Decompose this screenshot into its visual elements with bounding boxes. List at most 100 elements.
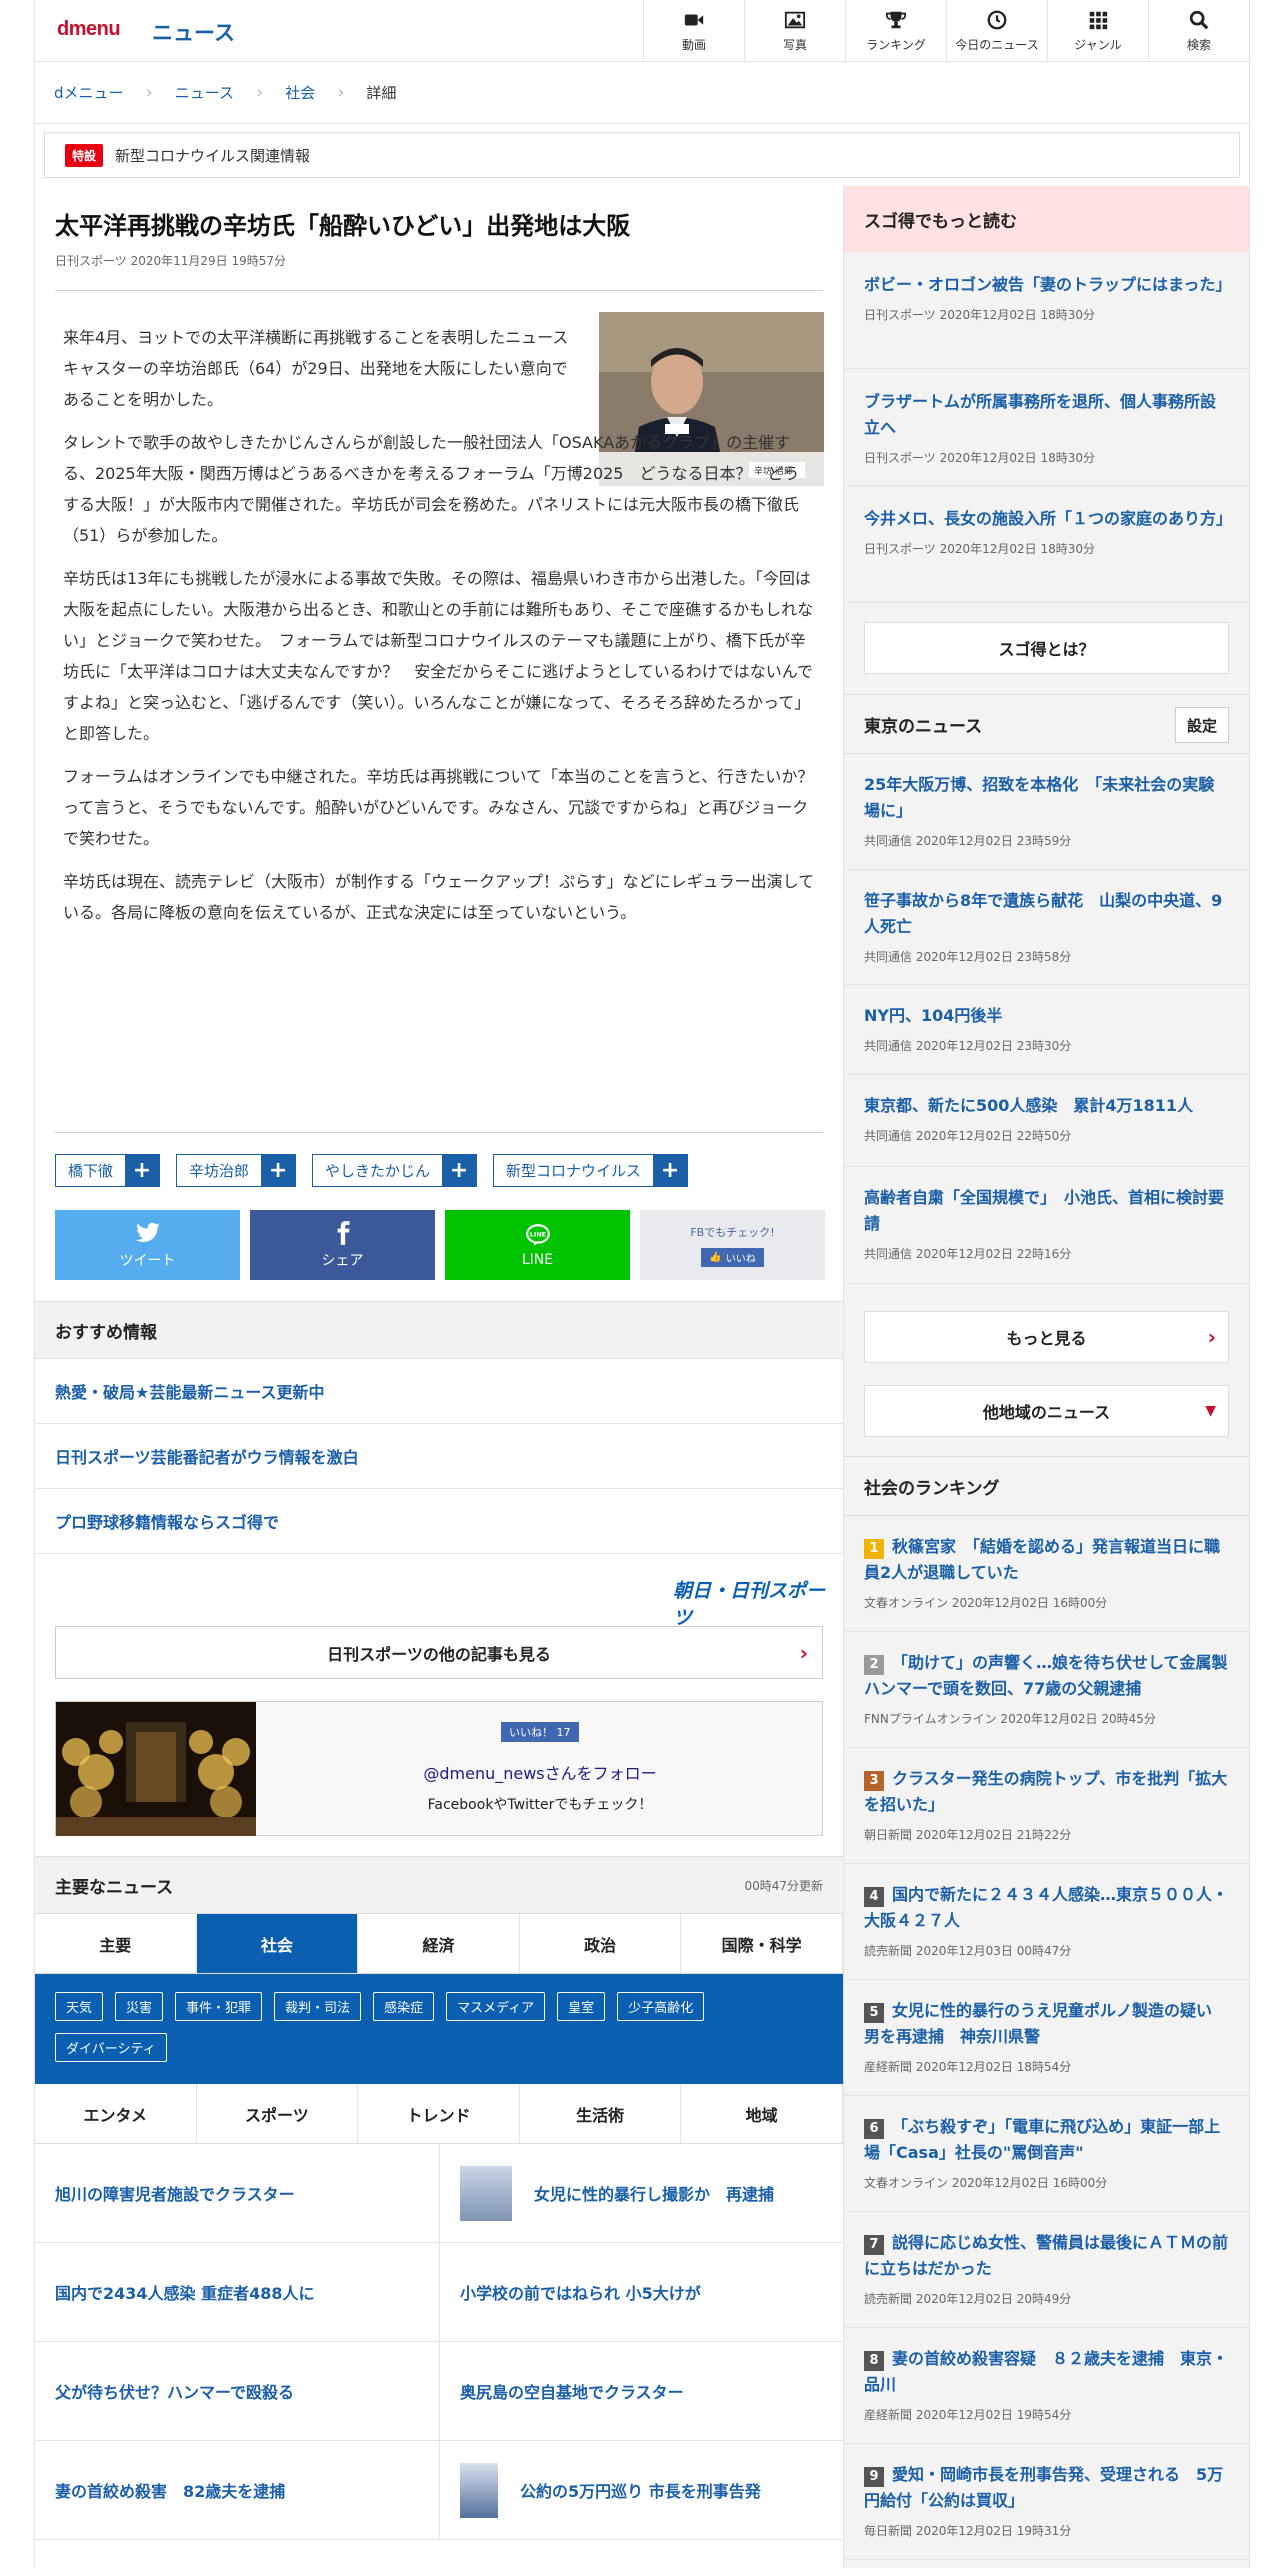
rank-badge: 9 [864, 2467, 884, 2487]
ranking-item[interactable]: 6 「ぶち殺すぞ」「電車に飛び込め」東証一部上場「Casa」社長の"罵倒音声" 文春… [844, 2096, 1249, 2212]
tag-yashiki[interactable]: やしきたかじん + [312, 1154, 478, 1187]
ranking-item-text: クラスター発生の病院トップ、市を批判「拡大を招いた」 [864, 1769, 1228, 1814]
line-share-button[interactable]: LINE LINE [445, 1210, 630, 1280]
tokyo-news-item[interactable]: 東京都、新たに500人感染 累計4万1811人 共同通信 2020年12月02日… [844, 1075, 1249, 1167]
news-item[interactable]: 妻の首絞め殺害 82歳夫を逮捕 [35, 2441, 439, 2540]
tab-economy[interactable]: 経済 [358, 1914, 520, 1973]
ranking-item[interactable]: 5 女児に性的暴行のうえ児童ポルノ製造の疑い 男を再逮捕 神奈川県警 産経新聞 20… [844, 1980, 1249, 2096]
more-articles-button[interactable]: 日刊スポーツの他の記事も見る › [55, 1626, 823, 1679]
chip-disaster[interactable]: 災害 [115, 1992, 164, 2021]
tweet-button[interactable]: ツイート [55, 1210, 240, 1280]
chip-weather[interactable]: 天気 [55, 1992, 104, 2021]
nav-ranking[interactable]: ランキング [845, 0, 946, 62]
major-news-updated: 00時47分更新 [744, 1878, 823, 1893]
ranking-item-meta: 読売新聞 2020年12月02日 20時49分 [864, 2292, 1072, 2306]
news-section-title[interactable]: ニュース [152, 17, 235, 47]
chip-imperial[interactable]: 皇室 [557, 1992, 606, 2021]
publisher-logo[interactable]: 朝日・日刊スポーツ [673, 1576, 843, 1630]
recommend-item[interactable]: プロ野球移籍情報ならスゴ得で [35, 1489, 843, 1554]
sugotoku-item[interactable]: ブラザートムが所属事務所を退所、個人事務所設立へ 日刊スポーツ 2020年12月… [844, 369, 1249, 486]
nav-genre[interactable]: ジャンル [1047, 0, 1148, 62]
recommend-item[interactable]: 日刊スポーツ芸能番記者がウラ情報を激白 [35, 1424, 843, 1489]
rank-badge: 4 [864, 1887, 884, 1907]
follow-handle[interactable]: @dmenu_newsさんをフォロー [256, 1760, 824, 1784]
tokyo-news-item[interactable]: NY円、104円後半 共同通信 2020年12月02日 23時30分 [844, 985, 1249, 1075]
follow-subtext: FacebookやTwitterでもチェック！ [427, 1797, 653, 1813]
ranking-item[interactable]: 2 「助けて」の声響く…娘を待ち伏せして金属製ハンマーで頭を数回、77歳の父親逮捕… [844, 1632, 1249, 1748]
dmenu-logo[interactable]: dmenu [57, 18, 121, 41]
ranking-item-meta: 文春オンライン 2020年12月02日 16時00分 [864, 1596, 1108, 1610]
tokyo-news-item-title: 25年大阪万博、招致を本格化 「未来社会の実験場に」 [864, 775, 1215, 820]
ranking-item[interactable]: 4 国内で新たに２４３４人感染…東京５００人・大阪４２７人 読売新聞 2020年12… [844, 1864, 1249, 1980]
ranking-item[interactable]: 7 説得に応じぬ女性、警備員は最後にＡＴＭの前に立ちはだかった 読売新聞 2020年… [844, 2212, 1249, 2328]
news-item[interactable]: 奥尻島の空自基地でクラスター [439, 2342, 843, 2441]
chip-infection[interactable]: 感染症 [373, 1992, 435, 2021]
ranking-heading: 社会のランキング [844, 1456, 1249, 1516]
news-item[interactable]: 父が待ち伏せ？ハンマーで殴殺る [35, 2342, 439, 2441]
ranking-item[interactable]: 1 秋篠宮家 「結婚を認める」発言報道当日に職員2人が退職していた 文春オンライン … [844, 1516, 1249, 1632]
plus-icon[interactable]: + [442, 1155, 477, 1186]
news-item[interactable]: 国内で2434人感染 重症者488人に [35, 2243, 439, 2342]
rank-badge: 8 [864, 2351, 884, 2371]
ranking-item-text: 愛知・岡崎市長を刑事告発、受理される 5万円給付「公約は買収」 [864, 2465, 1224, 2510]
nav-search[interactable]: 検索 [1148, 0, 1249, 62]
fb-follow-like[interactable]: いいね！ 17 [501, 1722, 579, 1742]
ranking-item[interactable]: 3 クラスター発生の病院トップ、市を批判「拡大を招いた」 朝日新聞 2020年12月… [844, 1748, 1249, 1864]
tab-main[interactable]: 主要 [35, 1914, 197, 1973]
tab-sports[interactable]: スポーツ [197, 2084, 359, 2143]
news-item[interactable]: 女児に性的暴行し撮影か 再逮捕 [439, 2144, 843, 2243]
tab-lifestyle[interactable]: 生活術 [520, 2084, 682, 2143]
breadcrumb-dmenu[interactable]: dメニュー [54, 82, 124, 103]
nav-photo[interactable]: 写真 [744, 0, 845, 62]
ranking-item[interactable]: 9 愛知・岡崎市長を刑事告発、受理される 5万円給付「公約は買収」毎日新聞 202… [844, 2444, 1249, 2560]
chip-diversity[interactable]: ダイバーシティ [55, 2033, 167, 2062]
news-item[interactable]: 小学校の前ではねられ 小5大けが [439, 2243, 843, 2342]
nav-today[interactable]: 今日のニュース [946, 0, 1047, 62]
sugotoku-about-button[interactable]: スゴ得とは？ [864, 622, 1229, 674]
breadcrumb-news[interactable]: ニュース [175, 82, 234, 103]
facebook-share-button[interactable]: シェア [250, 1210, 435, 1280]
sugotoku-item[interactable]: ボビー・オロゴン被告「妻のトラップにはまった」 日刊スポーツ 2020年12月0… [844, 252, 1249, 369]
breadcrumb-society[interactable]: 社会 [285, 82, 315, 103]
tokyo-settings-button[interactable]: 設定 [1175, 707, 1229, 743]
chip-crime[interactable]: 事件・犯罪 [175, 1992, 263, 2021]
nav-video-label: 動画 [681, 38, 706, 52]
chevron-right-icon: › [1207, 1325, 1216, 1349]
special-banner[interactable]: 特設 新型コロナウイルス関連情報 [44, 132, 1240, 178]
article-paragraph: タレントで歌手の故やしきたかじんさんらが創設した一般社団法人「OSAKAあかるク… [63, 433, 800, 545]
illumination-photo[interactable] [56, 1702, 256, 1836]
ranking-item-meta: 文春オンライン 2020年12月02日 16時00分 [864, 2176, 1108, 2190]
chip-media[interactable]: マスメディア [446, 1992, 546, 2021]
tokyo-news-item[interactable]: 笹子事故から8年で遺族ら献花 山梨の中央道、9人死亡 共同通信 2020年12月… [844, 870, 1249, 985]
tab-region[interactable]: 地域 [681, 2084, 843, 2143]
chip-justice[interactable]: 裁判・司法 [274, 1992, 362, 2021]
special-banner-text: 新型コロナウイルス関連情報 [115, 146, 311, 165]
news-item[interactable]: 旭川の障害児者施設でクラスター [35, 2144, 439, 2243]
ranking-item[interactable]: 8 妻の首絞め殺害容疑 ８２歳夫を逮捕 東京・品川 産経新聞 2020年12月02日… [844, 2328, 1249, 2444]
plus-icon[interactable]: + [653, 1155, 688, 1186]
other-region-button[interactable]: 他地域のニュース ▼ [864, 1385, 1229, 1437]
tab-trend[interactable]: トレンド [358, 2084, 520, 2143]
tokyo-news-item-title: NY円、104円後半 [864, 1006, 1003, 1025]
rank-badge: 7 [864, 2235, 884, 2255]
tag-shinbo[interactable]: 辛坊治郎 + [176, 1154, 297, 1187]
tokyo-news-item[interactable]: 25年大阪万博、招致を本格化 「未来社会の実験場に」 共同通信 2020年12月… [844, 754, 1249, 870]
tag-hashimoto[interactable]: 橋下徹 + [55, 1154, 161, 1187]
ranking-item-meta: 毎日新聞 2020年12月02日 19時31分 [864, 2524, 1072, 2538]
tab-society[interactable]: 社会 [196, 1914, 359, 1973]
tokyo-more-button[interactable]: もっと見る › [864, 1311, 1229, 1363]
chip-aging[interactable]: 少子高齢化 [617, 1992, 705, 2021]
breadcrumb: dメニュー › ニュース › 社会 › 詳細 [35, 62, 1249, 124]
nav-video[interactable]: 動画 [643, 0, 744, 62]
fb-like-button[interactable]: 👍 いいね [701, 1247, 764, 1267]
sugotoku-item[interactable]: 今井メロ、長女の施設入所「１つの家庭のあり方」 日刊スポーツ 2020年12月0… [844, 486, 1249, 603]
news-item[interactable]: 公約の5万円巡り 市長を刑事告発 [439, 2441, 843, 2540]
tab-politics[interactable]: 政治 [520, 1914, 682, 1973]
tab-entertainment[interactable]: エンタメ [35, 2084, 197, 2143]
plus-icon[interactable]: + [125, 1155, 160, 1186]
tag-corona[interactable]: 新型コロナウイルス + [493, 1154, 689, 1187]
tab-international[interactable]: 国際・科学 [681, 1914, 843, 1973]
recommend-item[interactable]: 熱愛・破局★芸能最新ニュース更新中 [35, 1359, 843, 1424]
plus-icon[interactable]: + [261, 1155, 296, 1186]
tokyo-news-item[interactable]: 高齢者自粛「全国規模で」 小池氏、首相に検討要請 共同通信 2020年12月02… [844, 1167, 1249, 1284]
